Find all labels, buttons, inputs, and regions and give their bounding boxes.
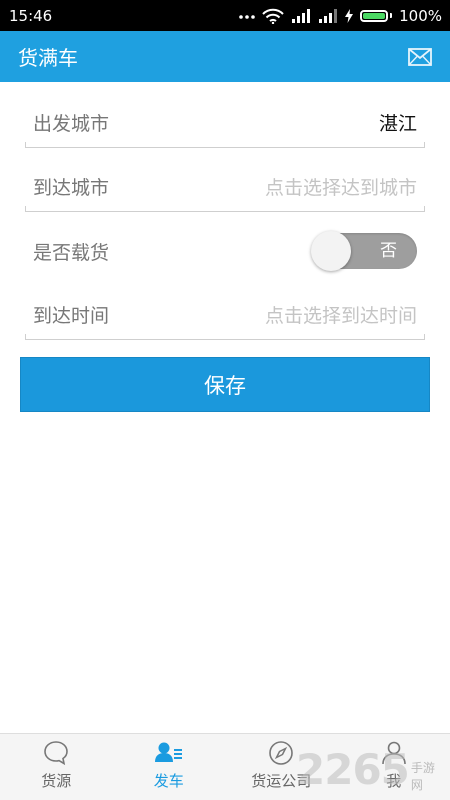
signal-icon bbox=[319, 8, 338, 23]
nav-item-me[interactable]: 我 bbox=[338, 734, 450, 800]
person-icon bbox=[381, 741, 406, 765]
charging-icon bbox=[345, 8, 354, 23]
user-list-icon bbox=[154, 742, 182, 762]
nav-item-freight-company[interactable]: 货运公司 bbox=[225, 734, 338, 800]
departure-city-field[interactable]: 出发城市 湛江 bbox=[25, 98, 425, 148]
battery-percent: 100% bbox=[399, 6, 442, 25]
departure-city-value: 湛江 bbox=[378, 113, 417, 135]
arrival-city-field[interactable]: 到达城市 点击选择达到城市 bbox=[25, 162, 425, 212]
arrival-time-field[interactable]: 到达时间 点击选择到达时间 bbox=[25, 290, 425, 340]
wifi-icon bbox=[262, 8, 284, 24]
nav-label-freight-company: 货运公司 bbox=[251, 772, 312, 790]
save-button[interactable]: 保存 bbox=[20, 357, 430, 412]
more-dots-icon bbox=[239, 14, 255, 19]
loaded-cargo-toggle[interactable]: 否 bbox=[311, 231, 417, 271]
nav-item-cargo-source[interactable]: 货源 bbox=[0, 734, 113, 800]
battery-icon bbox=[360, 9, 393, 22]
nav-item-depart[interactable]: 发车 bbox=[113, 734, 226, 800]
arrival-city-placeholder: 点击选择达到城市 bbox=[264, 177, 417, 199]
arrival-time-label: 到达时间 bbox=[33, 305, 110, 327]
nav-label-cargo-source: 货源 bbox=[41, 772, 72, 790]
signal-icon bbox=[292, 8, 311, 23]
nav-label-me: 我 bbox=[386, 772, 402, 790]
status-bar: 15:46 100% bbox=[0, 0, 450, 31]
status-time: 15:46 bbox=[9, 6, 53, 25]
loaded-cargo-label: 是否载货 bbox=[33, 241, 110, 264]
compass-icon bbox=[269, 741, 294, 765]
loaded-cargo-row: 是否载货 否 bbox=[25, 226, 425, 276]
status-icons: 100% bbox=[239, 7, 442, 25]
arrival-time-placeholder: 点击选择到达时间 bbox=[264, 305, 417, 327]
toggle-state-text: 否 bbox=[380, 241, 397, 261]
toggle-knob bbox=[311, 231, 351, 271]
app-bar: 货满车 bbox=[0, 31, 450, 82]
nav-label-depart: 发车 bbox=[153, 772, 184, 790]
chat-bubble-icon bbox=[44, 741, 69, 766]
arrival-city-label: 到达城市 bbox=[33, 177, 110, 199]
mail-icon[interactable] bbox=[408, 47, 432, 66]
app-title: 货满车 bbox=[18, 46, 78, 70]
departure-city-label: 出发城市 bbox=[33, 113, 110, 135]
bottom-nav: 货源 发车 货运公司 我 bbox=[0, 733, 450, 800]
